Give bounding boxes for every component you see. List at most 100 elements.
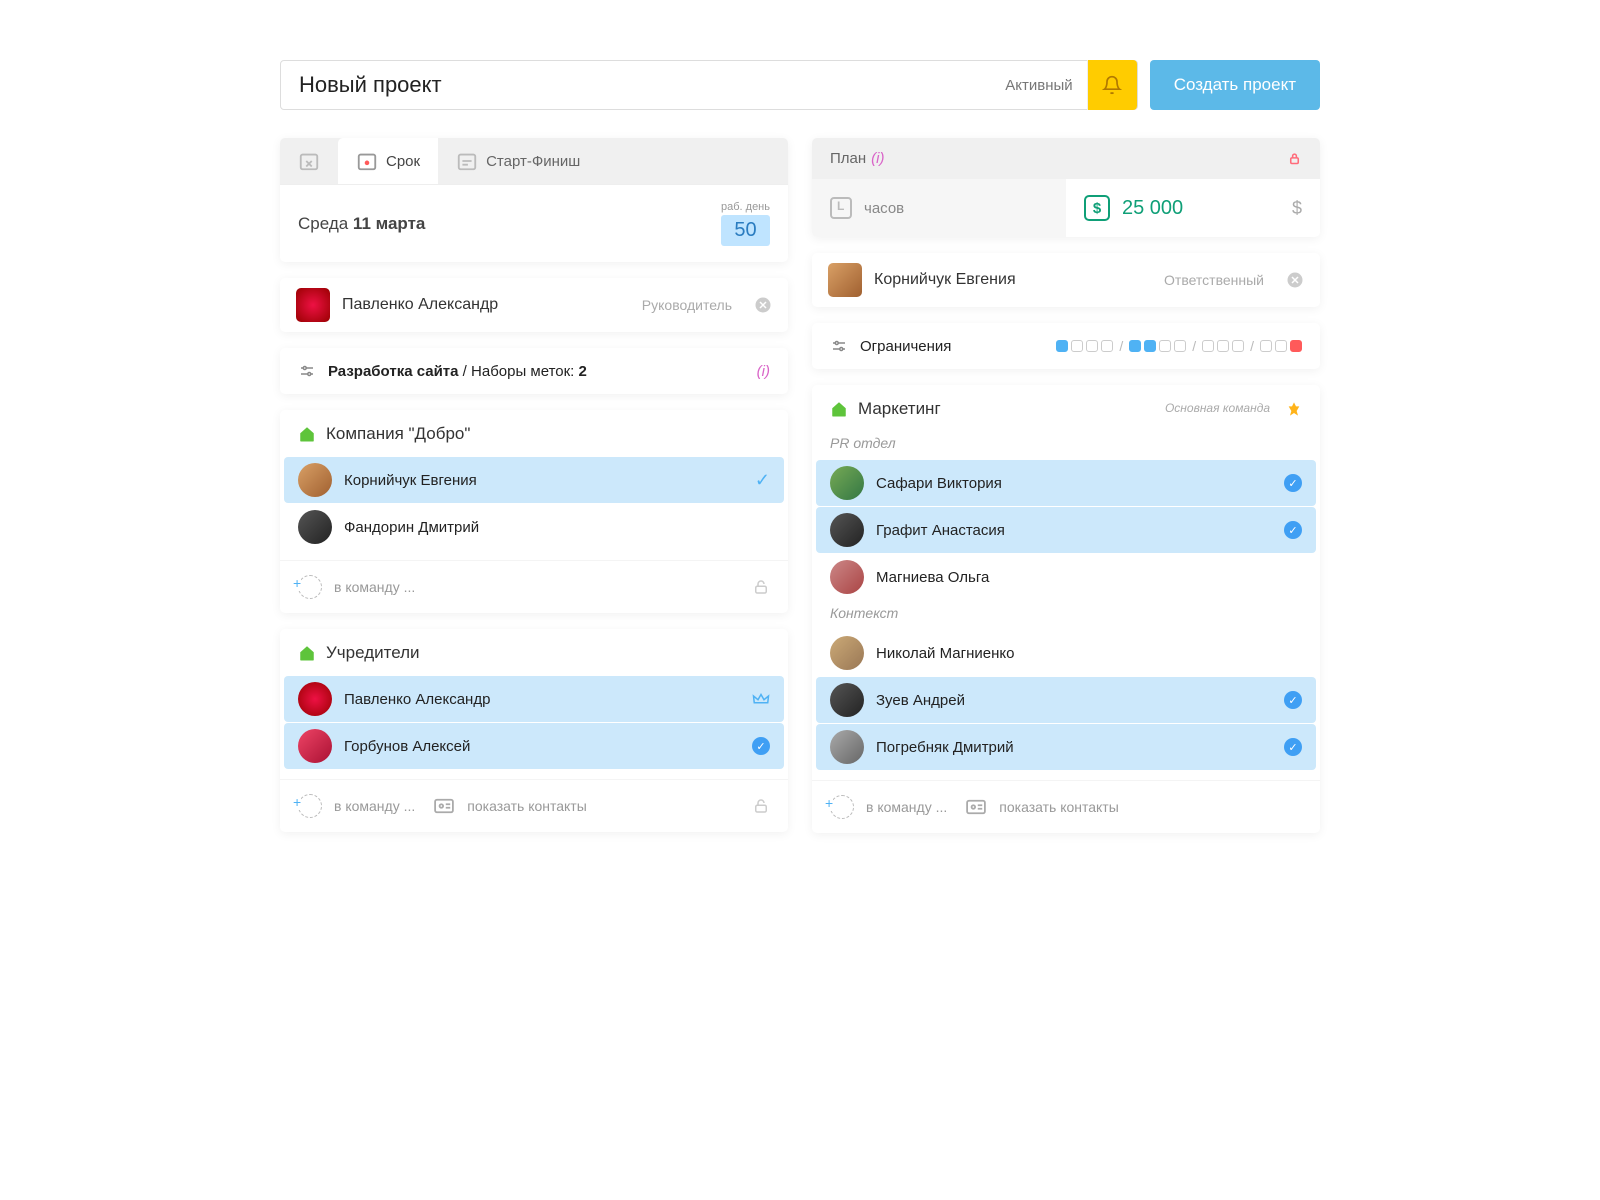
restrictions-card[interactable]: Ограничения / / / — [812, 323, 1320, 369]
checked-badge-icon: ✓ — [1284, 474, 1302, 492]
project-title-input[interactable] — [299, 72, 991, 98]
group-label: Контекст — [812, 601, 1320, 629]
checked-badge-icon: ✓ — [1284, 691, 1302, 709]
contacts-icon[interactable] — [433, 798, 455, 814]
team-member[interactable]: Погребняк Дмитрий ✓ — [816, 724, 1316, 770]
house-icon — [298, 425, 316, 443]
date-card: Срок Старт-Финиш Среда 11 марта раб. ден… — [280, 138, 788, 262]
info-icon[interactable]: (i) — [871, 150, 884, 167]
add-member-icon[interactable] — [298, 794, 322, 818]
add-member-icon[interactable] — [830, 795, 854, 819]
group-label: PR отдел — [812, 431, 1320, 459]
add-member-label[interactable]: в команду ... — [334, 798, 415, 814]
create-project-button[interactable]: Создать проект — [1150, 60, 1320, 110]
avatar — [296, 288, 330, 322]
plan-budget[interactable]: $ 25 000 $ — [1066, 179, 1320, 237]
member-name: Графит Анастасия — [876, 522, 1005, 539]
plan-card: План (i) часов $ 25 000 $ — [812, 138, 1320, 237]
avatar — [830, 730, 864, 764]
restrictions-label: Ограничения — [860, 338, 951, 355]
tab-startfinish-label: Старт-Финиш — [486, 153, 580, 170]
main-team-label: Основная команда — [1165, 402, 1270, 415]
member-name: Павленко Александр — [344, 691, 490, 708]
plan-title: План — [830, 150, 866, 167]
tags-text: Разработка сайта / Наборы меток: 2 — [328, 363, 587, 380]
team-title: Маркетинг — [858, 399, 941, 419]
tab-startfinish[interactable]: Старт-Финиш — [438, 138, 598, 184]
check-icon: ✓ — [755, 470, 770, 491]
avatar — [828, 263, 862, 297]
money-icon: $ — [1084, 195, 1110, 221]
team-member[interactable]: Горбунов Алексей ✓ — [284, 723, 784, 769]
close-icon — [754, 296, 772, 314]
member-name: Магниева Ольга — [876, 569, 989, 586]
team-member[interactable]: Магниева Ольга — [816, 554, 1316, 600]
add-member-icon[interactable] — [298, 575, 322, 599]
team-member[interactable]: Сафари Виктория ✓ — [816, 460, 1316, 506]
show-contacts-label[interactable]: показать контакты — [467, 798, 587, 814]
crown-icon — [752, 692, 770, 706]
add-member-label[interactable]: в команду ... — [866, 799, 947, 815]
lock-icon[interactable] — [752, 578, 770, 596]
info-icon[interactable]: (i) — [757, 363, 770, 380]
lock-icon[interactable] — [1287, 151, 1302, 166]
checked-badge-icon: ✓ — [1284, 738, 1302, 756]
calendar-range-icon — [456, 150, 478, 172]
workdays-label: раб. день — [721, 201, 770, 213]
budget-value: 25 000 — [1122, 197, 1183, 220]
avatar — [298, 729, 332, 763]
sliders-icon — [830, 337, 848, 355]
member-name: Корнийчук Евгения — [344, 472, 477, 489]
tab-deadline-label: Срок — [386, 153, 420, 170]
responsible-role: Ответственный — [1164, 272, 1264, 288]
avatar — [830, 466, 864, 500]
team-title: Компания "Добро" — [326, 424, 470, 444]
remove-icon[interactable] — [754, 296, 772, 314]
deadline-date[interactable]: Среда 11 марта — [298, 214, 425, 234]
owner-name[interactable]: Павленко Александр — [342, 296, 498, 314]
avatar — [830, 560, 864, 594]
tags-card[interactable]: Разработка сайта / Наборы меток: 2 (i) — [280, 348, 788, 394]
avatar — [830, 683, 864, 717]
member-name: Зуев Андрей — [876, 692, 965, 709]
status-label[interactable]: Активный — [991, 77, 1086, 94]
team-member[interactable]: Николай Магниенко — [816, 630, 1316, 676]
responsible-card: Корнийчук Евгения Ответственный — [812, 253, 1320, 307]
header-row: Активный Создать проект — [280, 60, 1320, 110]
member-name: Николай Магниенко — [876, 645, 1014, 662]
plan-hours[interactable]: часов — [812, 179, 1066, 237]
pin-icon[interactable] — [1286, 401, 1302, 417]
avatar — [298, 463, 332, 497]
team-founders: Учредители Павленко Александр Горбунов А… — [280, 629, 788, 832]
hours-label: часов — [864, 200, 904, 217]
sliders-icon — [298, 362, 316, 380]
tab-deadline[interactable]: Срок — [338, 138, 438, 184]
date-value: 11 марта — [353, 214, 425, 233]
member-name: Погребняк Дмитрий — [876, 739, 1014, 756]
team-member[interactable]: Павленко Александр — [284, 676, 784, 722]
lock-icon[interactable] — [752, 797, 770, 815]
owner-card: Павленко Александр Руководитель — [280, 278, 788, 332]
member-name: Сафари Виктория — [876, 475, 1002, 492]
remove-icon[interactable] — [1286, 271, 1304, 289]
member-name: Фандорин Дмитрий — [344, 519, 479, 536]
avatar — [830, 636, 864, 670]
contacts-icon[interactable] — [965, 799, 987, 815]
checked-badge-icon: ✓ — [752, 737, 770, 755]
tab-no-date[interactable] — [280, 138, 338, 184]
team-member[interactable]: Корнийчук Евгения ✓ — [284, 457, 784, 503]
notify-button[interactable] — [1087, 60, 1137, 110]
currency-label: $ — [1292, 198, 1302, 219]
day-name: Среда — [298, 214, 348, 233]
team-member[interactable]: Зуев Андрей ✓ — [816, 677, 1316, 723]
team-member[interactable]: Фандорин Дмитрий — [284, 504, 784, 550]
add-member-label[interactable]: в команду ... — [334, 579, 415, 595]
avatar — [830, 513, 864, 547]
avatar — [298, 510, 332, 544]
workdays-box[interactable]: раб. день 50 — [721, 201, 770, 246]
team-member[interactable]: Графит Анастасия ✓ — [816, 507, 1316, 553]
show-contacts-label[interactable]: показать контакты — [999, 799, 1119, 815]
responsible-name[interactable]: Корнийчук Евгения — [874, 271, 1016, 289]
house-icon — [830, 400, 848, 418]
team-title: Учредители — [326, 643, 420, 663]
